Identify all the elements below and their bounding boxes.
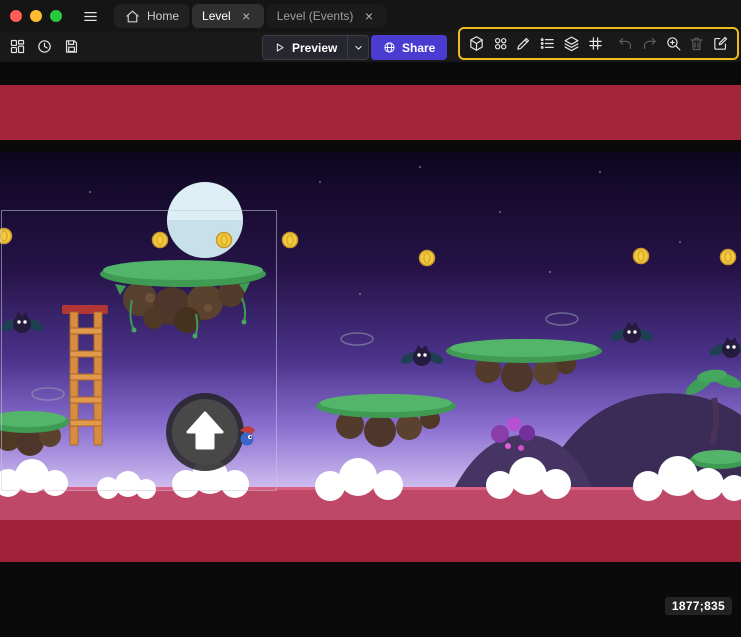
save-button[interactable] [60, 35, 83, 58]
globe-icon [383, 41, 396, 54]
redo-icon [641, 35, 658, 52]
edit-button[interactable] [512, 32, 535, 55]
coin[interactable] [634, 249, 649, 264]
history-icon [36, 38, 53, 55]
coin[interactable] [217, 233, 232, 248]
project-manager-button[interactable] [6, 35, 29, 58]
grid-icon [587, 35, 604, 52]
hamburger-icon [82, 8, 99, 25]
redo-button[interactable] [638, 32, 661, 55]
tab-label: Level [202, 9, 231, 23]
tab-label: Level (Events) [277, 9, 354, 23]
delete-button[interactable] [686, 32, 709, 55]
edit-properties-button[interactable] [709, 32, 732, 55]
menu-button[interactable] [78, 4, 102, 28]
level-canvas[interactable] [0, 62, 741, 637]
project-manager-icon [9, 38, 26, 55]
tab-level-events[interactable]: Level (Events) × [267, 4, 387, 28]
bottom-red-band [0, 520, 741, 562]
object-groups-icon [492, 35, 509, 52]
undo-button[interactable] [614, 32, 637, 55]
preview-dropdown-button[interactable] [348, 36, 368, 59]
play-icon [273, 41, 286, 54]
traffic-lights [0, 10, 62, 22]
layers-button[interactable] [560, 32, 583, 55]
object-groups-button[interactable] [489, 32, 512, 55]
coin[interactable] [420, 251, 435, 266]
coin[interactable] [721, 250, 736, 265]
top-red-band [0, 85, 741, 140]
zoom-in-button[interactable] [662, 32, 685, 55]
coin[interactable] [283, 233, 298, 248]
share-button[interactable]: Share [371, 35, 447, 60]
highlighted-toolbar-group [458, 27, 739, 60]
home-icon [124, 8, 141, 25]
3d-box-icon [468, 35, 485, 52]
coin[interactable] [153, 233, 168, 248]
grid-button[interactable] [584, 32, 607, 55]
close-window-button[interactable] [10, 10, 22, 22]
tab-level[interactable]: Level × [192, 4, 264, 28]
layers-icon [563, 35, 580, 52]
tab-home[interactable]: Home [114, 4, 189, 28]
preview-label: Preview [292, 41, 337, 55]
pencil-icon [515, 35, 532, 52]
trash-icon [688, 35, 705, 52]
chevron-down-icon [352, 41, 365, 54]
edit-properties-icon [712, 35, 729, 52]
jump-button[interactable] [166, 393, 244, 471]
history-button[interactable] [33, 35, 56, 58]
3d-box-button[interactable] [465, 32, 488, 55]
tab-bar: Home Level × Level (Events) × [114, 0, 386, 32]
preview-button[interactable]: Preview [262, 35, 369, 60]
preview-main[interactable]: Preview [263, 36, 347, 59]
cursor-coordinates: 1877;835 [665, 597, 732, 615]
maximize-window-button[interactable] [50, 10, 62, 22]
close-icon[interactable]: × [239, 9, 254, 24]
app-window: Home Level × Level (Events) × Preview [0, 0, 741, 637]
save-icon [63, 38, 80, 55]
toolbar-left-group [6, 35, 83, 58]
tab-label: Home [147, 9, 179, 23]
instances-list-icon [539, 35, 556, 52]
instances-list-button[interactable] [536, 32, 559, 55]
minimize-window-button[interactable] [30, 10, 42, 22]
zoom-in-icon [665, 35, 682, 52]
close-icon[interactable]: × [361, 9, 376, 24]
share-label: Share [402, 41, 435, 55]
undo-icon [617, 35, 634, 52]
moon[interactable] [167, 182, 243, 258]
